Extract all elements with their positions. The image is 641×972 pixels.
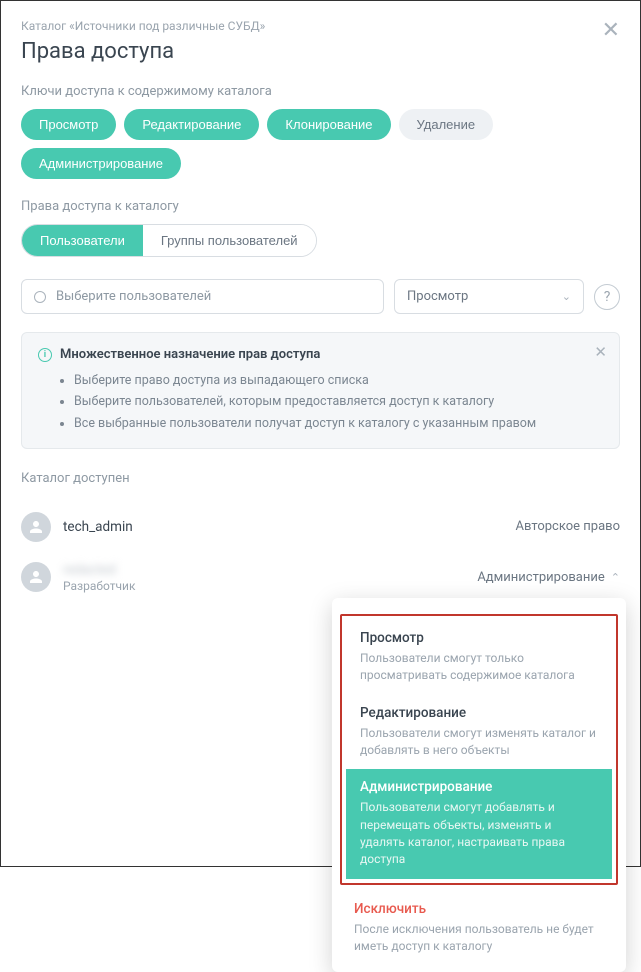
breadcrumb: Каталог «Источники под различные СУБД» bbox=[21, 19, 620, 33]
user-permission-dropdown[interactable]: Администрирование ⌃ Просмотр Пользовател… bbox=[477, 570, 620, 585]
dropdown-exclude-title: Исключить bbox=[354, 901, 604, 917]
user-subtitle: Разработчик bbox=[63, 579, 477, 593]
dropdown-item-desc: Пользователи смогут добавлять и перемеща… bbox=[360, 799, 598, 869]
info-box: ✕ i Множественное назначение прав доступ… bbox=[21, 332, 620, 449]
dropdown-item-admin[interactable]: Администрирование Пользователи смогут до… bbox=[346, 769, 612, 879]
circle-icon bbox=[34, 291, 46, 303]
chevron-up-icon: ⌃ bbox=[611, 571, 620, 584]
dropdown-item-desc: Пользователи смогут изменять каталог и д… bbox=[360, 725, 598, 760]
permission-dropdown-menu: Просмотр Пользователи смогут только прос… bbox=[332, 598, 626, 972]
dropdown-item-desc: Пользователи смогут только просматривать… bbox=[360, 650, 598, 685]
avatar-icon bbox=[21, 562, 51, 592]
dropdown-item-exclude[interactable]: Исключить После исключения пользователь … bbox=[332, 891, 626, 962]
user-name: redacted bbox=[63, 562, 477, 578]
user-row: tech_admin Авторское право bbox=[21, 502, 620, 552]
user-permission-label: Авторское право bbox=[516, 519, 621, 534]
avatar-icon bbox=[21, 512, 51, 542]
dropdown-item-title: Администрирование bbox=[360, 779, 598, 795]
info-bullet: Выберите пользователей, которым предоста… bbox=[74, 391, 603, 412]
info-icon: i bbox=[38, 348, 52, 362]
key-pills: Просмотр Редактирование Клонирование Уда… bbox=[21, 109, 620, 179]
permission-select-value: Просмотр bbox=[407, 289, 468, 304]
help-icon[interactable]: ? bbox=[594, 284, 620, 310]
pill-delete[interactable]: Удаление bbox=[399, 109, 494, 140]
dropdown-item-title: Редактирование bbox=[360, 705, 598, 721]
tab-groups[interactable]: Группы пользователей bbox=[143, 225, 316, 256]
pill-admin[interactable]: Администрирование bbox=[21, 148, 181, 179]
close-icon[interactable]: ✕ bbox=[602, 17, 620, 43]
user-name: tech_admin bbox=[63, 519, 516, 535]
user-row: redacted Разработчик Администрирование ⌃… bbox=[21, 552, 620, 603]
user-select-input[interactable]: Выберите пользователей bbox=[21, 279, 384, 314]
pill-clone[interactable]: Клонирование bbox=[267, 109, 390, 140]
permission-select[interactable]: Просмотр ⌄ bbox=[394, 279, 584, 314]
available-label: Каталог доступен bbox=[21, 471, 620, 486]
info-bullet: Выберите право доступа из выпадающего сп… bbox=[74, 370, 603, 391]
rights-section-label: Права доступа к каталогу bbox=[21, 199, 620, 214]
dropdown-item-view[interactable]: Просмотр Пользователи смогут только прос… bbox=[346, 620, 612, 695]
pill-view[interactable]: Просмотр bbox=[21, 109, 116, 140]
user-select-placeholder: Выберите пользователей bbox=[56, 289, 211, 304]
dropdown-item-title: Просмотр bbox=[360, 630, 598, 646]
tab-users[interactable]: Пользователи bbox=[22, 225, 143, 256]
user-permission-value: Администрирование bbox=[477, 570, 604, 585]
dropdown-exclude-desc: После исключения пользователь не будет и… bbox=[354, 921, 604, 956]
scope-tabs: Пользователи Группы пользователей bbox=[21, 224, 317, 257]
info-title: Множественное назначение прав доступа bbox=[60, 347, 320, 362]
info-bullet: Все выбранные пользователи получат досту… bbox=[74, 413, 603, 434]
keys-section-label: Ключи доступа к содержимому каталога bbox=[21, 84, 620, 99]
pill-edit[interactable]: Редактирование bbox=[124, 109, 259, 140]
chevron-down-icon: ⌄ bbox=[562, 290, 571, 303]
dropdown-item-edit[interactable]: Редактирование Пользователи смогут измен… bbox=[346, 695, 612, 770]
info-close-icon[interactable]: ✕ bbox=[594, 343, 607, 361]
page-title: Права доступа bbox=[21, 39, 620, 64]
